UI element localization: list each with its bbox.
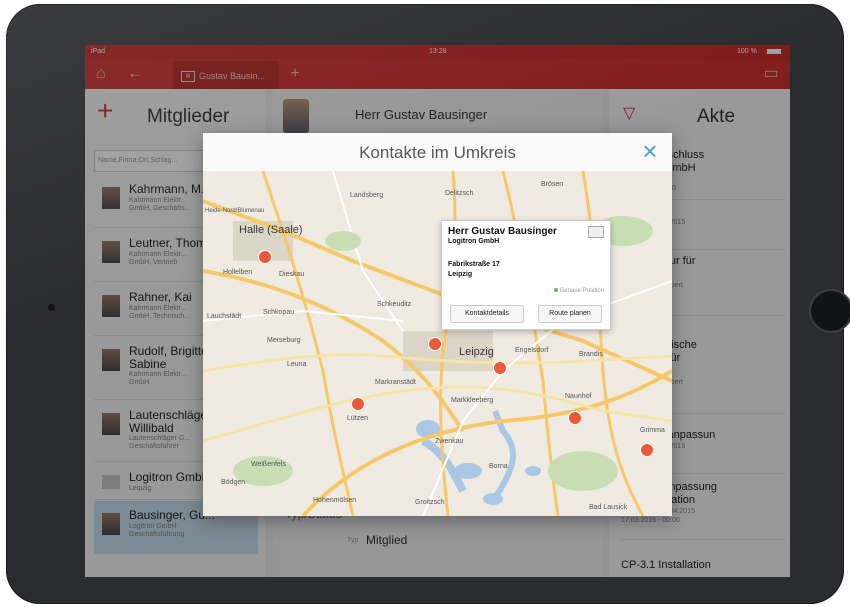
map-label-heide: Heide-Nord/Blumenau: [205, 208, 265, 214]
map-label-lauchstadt: Lauchstädt: [207, 313, 242, 320]
map-label-leuna: Leuna: [287, 361, 307, 368]
map-view[interactable]: Halle (Saale) Leipzig Landsberg Delitzsc…: [203, 171, 672, 516]
map-label-schkeuditz: Schkeuditz: [377, 301, 412, 308]
map-label-borgen: Bödgen: [221, 479, 246, 486]
map-label-schkopau: Schkopau: [263, 309, 295, 316]
map-label-naunhof: Naunhof: [565, 393, 592, 400]
nearby-contacts-modal: Kontakte im Umkreis × Halle (Saale) Leip…: [203, 133, 672, 516]
contact-pin[interactable]: [640, 443, 654, 457]
map-label-leipzig: Leipzig: [459, 346, 494, 358]
position-status: Genaue Position: [554, 288, 604, 294]
map-label-halle: Halle (Saale): [239, 224, 303, 236]
contact-pin[interactable]: [493, 361, 507, 375]
map-label-grimma: Grimma: [640, 427, 665, 434]
map-label-hohenmolsen: Hohenmölsen: [313, 497, 357, 504]
map-label-lutzen: Lützen: [347, 415, 369, 422]
map-label-hollelben: Hollelben: [223, 269, 253, 276]
map-label-groitzsch: Groitzsch: [415, 499, 445, 506]
contact-details-button[interactable]: Kontaktdetails: [450, 305, 524, 323]
map-label-brosen: Brösen: [541, 181, 564, 188]
popup-company: Logitron GmbH: [448, 238, 500, 245]
map-label-engelsdorf: Engelsdorf: [515, 347, 549, 354]
map-label-merseburg: Merseburg: [267, 337, 301, 344]
contact-pin[interactable]: [428, 337, 442, 351]
contact-popup: Herr Gustav Bausinger Logitron GmbH Fabr…: [441, 220, 611, 330]
map-label-borna: Borna: [489, 463, 508, 470]
map-label-zwenkau: Zwenkau: [435, 438, 464, 445]
map-label-brandis: Brandis: [579, 351, 603, 358]
map-label-badlausick: Bad Lausick: [589, 504, 628, 511]
map-label-markranstadt: Markranstädt: [375, 379, 416, 386]
map-label-landsberg: Landsberg: [350, 192, 384, 199]
modal-title: Kontakte im Umkreis: [359, 143, 516, 162]
front-camera: [48, 304, 55, 311]
home-hardware-button[interactable]: [809, 289, 850, 333]
contact-card-icon: [588, 226, 604, 238]
popup-contact-name: Herr Gustav Bausinger: [448, 226, 557, 237]
close-icon[interactable]: ×: [638, 138, 662, 164]
contact-pin[interactable]: [258, 250, 272, 264]
map-label-delitzsch: Delitzsch: [445, 190, 474, 197]
map-label-weissenfels: Weißenfels: [251, 461, 286, 468]
popup-street: Fabrikstraße 17: [448, 261, 500, 268]
ipad-frame: iPad 13:28 100 % ⌂ ← ▤ Gustav Bausin... …: [6, 4, 850, 604]
plan-route-button[interactable]: Route planen: [538, 305, 602, 323]
app-screen: iPad 13:28 100 % ⌂ ← ▤ Gustav Bausin... …: [85, 45, 790, 577]
map-label-dieskau: Dieskau: [279, 271, 305, 278]
contact-pin[interactable]: [568, 411, 582, 425]
contact-pin[interactable]: [351, 397, 365, 411]
map-label-markkleeberg: Markkleeberg: [451, 397, 494, 404]
popup-city: Leipzig: [448, 271, 473, 278]
